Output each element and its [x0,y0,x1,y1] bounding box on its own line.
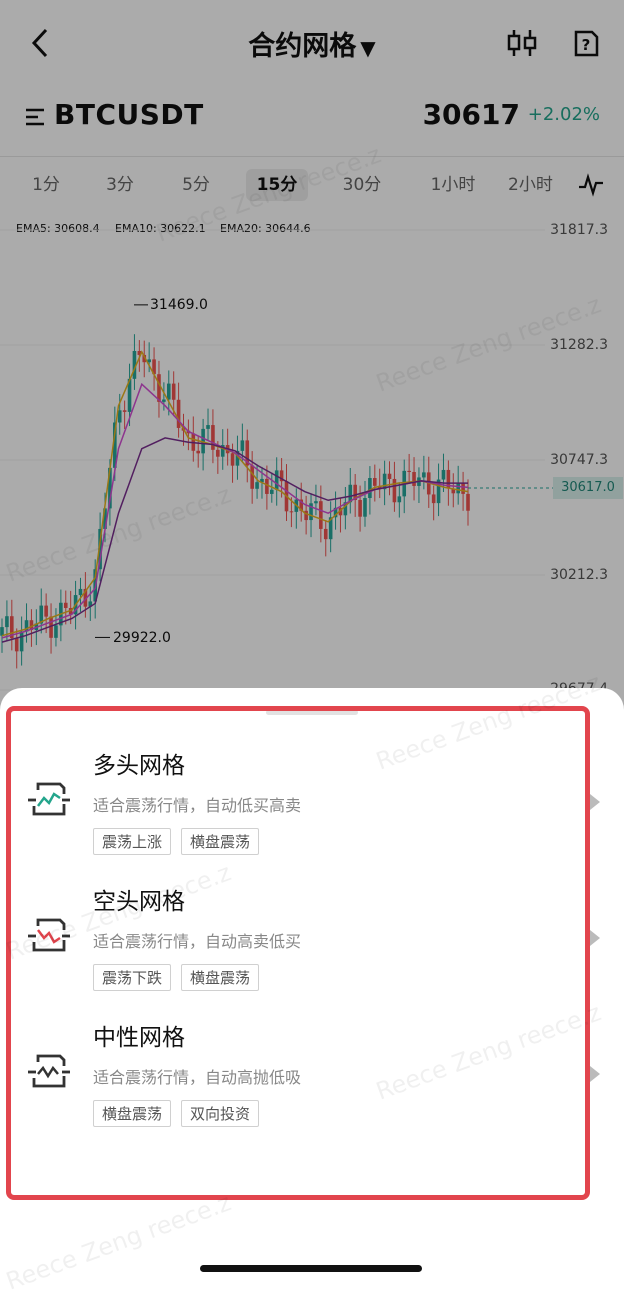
watermark: Reece Zeng reece.z [2,1188,235,1296]
chevron-right-icon [590,1066,600,1082]
home-indicator[interactable] [200,1265,422,1272]
selection-highlight-frame [6,706,590,1200]
grid-type-sheet: 多头网格 适合震荡行情，自动低买高卖 震荡上涨 横盘震荡 空头网格 适合震荡行情… [0,668,624,1296]
chevron-right-icon [590,794,600,810]
page: 合约网格 ▼ ? BTCUSDT 30617 +2.02% 1分 3分 5分 15… [0,0,624,1296]
chevron-right-icon [590,930,600,946]
